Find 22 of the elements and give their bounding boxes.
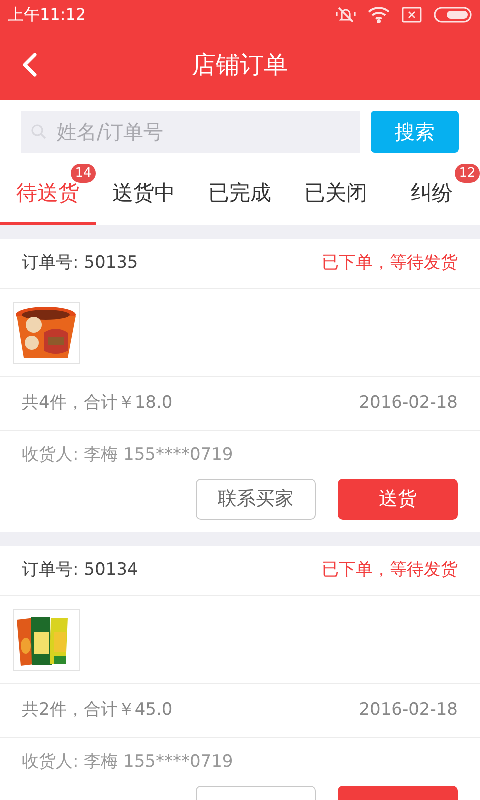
status-time: 上午11:12 (8, 4, 86, 26)
order-status: 已下单，等待发货 (322, 252, 458, 275)
recipient-info: 收货人: 李梅 155****0719 (22, 444, 234, 467)
order-status: 已下单，等待发货 (322, 558, 458, 582)
tab[interactable]: 待送货 14 (0, 163, 96, 225)
page-title: 店铺订单 (192, 50, 288, 81)
order-summary: 共4件，合计￥18.0 (22, 392, 173, 415)
order-number: 订单号: 50134 (22, 558, 138, 582)
contact-button[interactable]: 联系买家 (196, 479, 316, 520)
order-number: 订单号: 50135 (22, 252, 138, 275)
order-date: 2016-02-18 (359, 698, 458, 722)
tab[interactable]: 已完成 (192, 163, 288, 225)
count-badge: 12 (455, 164, 480, 183)
order-date: 2016-02-18 (359, 392, 458, 415)
recipient-info: 收货人: 李梅 155****0719 (22, 751, 234, 774)
deliver-button[interactable]: 送货 (338, 479, 458, 520)
tab[interactable]: 纠纷 12 (384, 163, 480, 225)
tab[interactable]: 已关闭 (288, 163, 384, 225)
count-badge: 14 (71, 164, 96, 183)
search-field[interactable]: 姓名/订单号 (21, 110, 360, 152)
order-summary: 共2件，合计￥45.0 (22, 698, 173, 722)
tab[interactable]: 送货中 (96, 163, 192, 225)
